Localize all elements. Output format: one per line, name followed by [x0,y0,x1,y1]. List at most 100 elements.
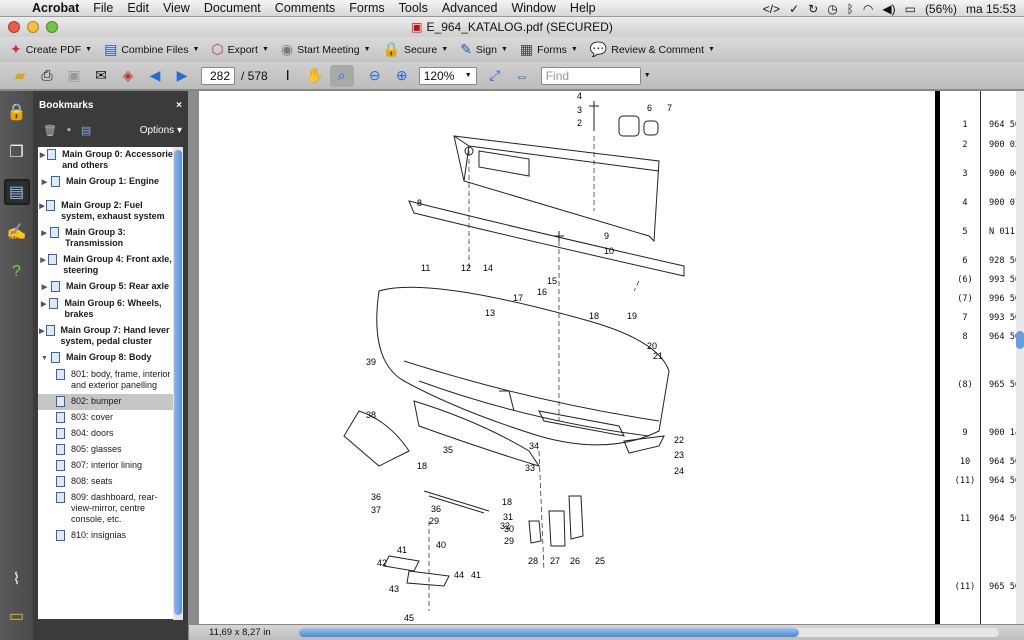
delete-bookmark-icon[interactable]: 🗑 [43,124,57,137]
pages-panel-icon[interactable]: ❐ [4,139,30,165]
options-menu[interactable]: Options ▾ [140,125,182,136]
vertical-scroll-thumb[interactable] [1016,331,1024,349]
bookmark-scroll-thumb[interactable] [174,150,182,615]
callout-number: 22 [674,435,684,445]
bookmark-subitem[interactable]: 810: insignias [38,528,178,544]
bookmark-item[interactable]: ▼ Main Group 8: Body [38,350,178,367]
parts-table-row: (8)965 505 143 01sealing strip [951,380,1016,402]
bookmark-subitem[interactable]: 804: doors [38,426,178,442]
bookmarks-panel-icon[interactable]: ▤ [3,179,30,205]
fit-page-icon[interactable]: ⤢ [483,65,507,87]
menu-edit[interactable]: Edit [127,1,149,15]
time-machine-icon[interactable]: ◷ [827,2,837,16]
bookmark-item[interactable]: ▶ Main Group 4: Front axle, steering [38,252,178,279]
disclosure-closed-icon[interactable]: ▶ [38,149,47,161]
bookmark-item[interactable]: ▶ Main Group 3: Transmission [38,225,178,252]
close-icon[interactable]: × [176,100,182,111]
horizontal-scrollbar[interactable] [299,628,999,637]
menu-view[interactable]: View [163,1,190,15]
menu-document[interactable]: Document [204,1,261,15]
volume-icon[interactable]: ◀) [882,2,895,16]
collaborate-icon[interactable]: ◈ [116,65,140,87]
code-icon[interactable]: </> [763,2,780,16]
bookmark-subitem[interactable]: 807: interior lining [38,458,178,474]
print-icon[interactable]: ⎙ [35,65,59,87]
find-input[interactable]: Find [540,66,641,85]
new-bookmark-icon[interactable]: ▪ [67,124,71,136]
horizontal-scroll-thumb[interactable] [299,628,799,637]
menu-help[interactable]: Help [570,1,596,15]
bookmark-item[interactable]: ▶ Main Group 6: Wheels, brakes [38,296,178,323]
disclosure-closed-icon[interactable]: ▶ [38,254,48,266]
marquee-zoom-icon[interactable]: ⌕ [329,64,354,87]
disclosure-closed-icon[interactable]: ▶ [38,227,50,239]
select-text-icon[interactable]: Ⅰ [276,65,300,87]
document-vertical-scrollbar[interactable] [1016,91,1024,624]
export-button[interactable]: ⬡ Export ▼ [209,39,277,61]
disclosure-closed-icon[interactable]: ▶ [38,200,46,212]
zoom-in-icon[interactable]: ⊕ [390,65,414,87]
menu-forms[interactable]: Forms [349,1,384,15]
bookmark-subitem[interactable]: 805: glasses [38,442,178,458]
menu-tools[interactable]: Tools [399,1,428,15]
menu-window[interactable]: Window [511,1,555,15]
create-pdf-button[interactable]: ✦ Create PDF ▼ [8,39,100,61]
bluetooth-icon[interactable]: ᛒ [847,2,854,16]
attachments-paperclip-icon[interactable]: ⌇ [4,566,30,592]
zoom-select[interactable]: 120% ▼ [418,66,477,85]
bookmark-subitem[interactable]: 809: dashboard, rear-view-mirror, centre… [38,490,178,528]
bookmark-item[interactable]: ▶ Main Group 2: Fuel system, exhaust syst… [38,198,178,225]
previous-page-icon[interactable]: ◀ [143,65,167,87]
menu-file[interactable]: File [93,1,113,15]
sign-button[interactable]: ✎ Sign ▼ [458,39,516,61]
menu-app-name[interactable]: Acrobat [32,1,79,15]
bookmark-item[interactable]: ▶ Main Group 5: Rear axle [38,279,178,296]
battery-percent[interactable]: (56%) [925,2,957,16]
comments-panel-icon[interactable]: ▭ [4,603,30,629]
find-options-chevron-icon[interactable]: ▼ [644,72,651,79]
menu-advanced[interactable]: Advanced [442,1,498,15]
bookmark-item[interactable]: ▶ Main Group 1: Engine [38,174,178,198]
clock[interactable]: ma 15:53 [966,2,1016,16]
bookmark-scrollbar[interactable] [173,147,183,620]
bookmark-settings-icon[interactable]: ▤ [81,124,91,137]
minimize-window-button[interactable] [27,21,39,33]
combine-files-button[interactable]: ▤ Combine Files ▼ [102,39,207,61]
comment-bubble-icon: 💬 [589,41,608,57]
bookmark-item[interactable]: ▶ Main Group 0: Accessories and others [38,147,178,174]
open-folder-icon[interactable]: ▰ [8,65,32,87]
disclosure-open-icon[interactable]: ▼ [38,352,51,364]
check-icon[interactable]: ✓ [789,2,799,16]
page-number-input[interactable]: 282 [201,66,235,85]
disclosure-closed-icon[interactable]: ▶ [38,325,46,337]
hand-tool-icon[interactable]: ✋ [303,65,327,87]
save-icon[interactable]: ▣ [62,65,86,87]
battery-icon[interactable]: ▭ [905,2,916,16]
security-lock-icon[interactable]: 🔒 [4,99,30,125]
bookmark-item[interactable]: ▶ Main Group 7: Hand lever system, pedal … [38,323,178,350]
email-icon[interactable]: ✉ [89,65,113,87]
next-page-icon[interactable]: ▶ [170,65,194,87]
wifi-icon[interactable]: ◠ [863,2,873,16]
zoom-out-icon[interactable]: ⊖ [363,65,387,87]
sync-icon[interactable]: ↻ [808,2,818,16]
bookmark-subitem[interactable]: 801: body, frame, interior and exterior … [38,367,178,394]
callout-number: 4 [577,91,582,101]
fit-width-icon[interactable]: ⇔ [510,65,534,87]
menu-comments[interactable]: Comments [275,1,335,15]
signatures-panel-icon[interactable]: ✍ [4,219,30,245]
bookmark-subitem[interactable]: 808: seats [38,474,178,490]
disclosure-closed-icon[interactable]: ▶ [38,281,51,293]
help-icon[interactable]: ? [4,259,30,285]
zoom-window-button[interactable] [46,21,58,33]
callout-number: 13 [485,308,495,318]
review-comment-button[interactable]: 💬 Review & Comment ▼ [588,39,723,61]
forms-button[interactable]: ▦ Forms ▼ [518,39,586,61]
start-meeting-button[interactable]: ◉ Start Meeting ▼ [279,39,379,61]
bookmark-subitem[interactable]: 803: cover [38,410,178,426]
bookmark-subitem[interactable]: 802: bumper [38,394,178,410]
disclosure-closed-icon[interactable]: ▶ [38,176,51,188]
close-window-button[interactable] [8,21,20,33]
disclosure-closed-icon[interactable]: ▶ [38,298,49,310]
secure-button[interactable]: 🔒 Secure ▼ [381,39,457,61]
